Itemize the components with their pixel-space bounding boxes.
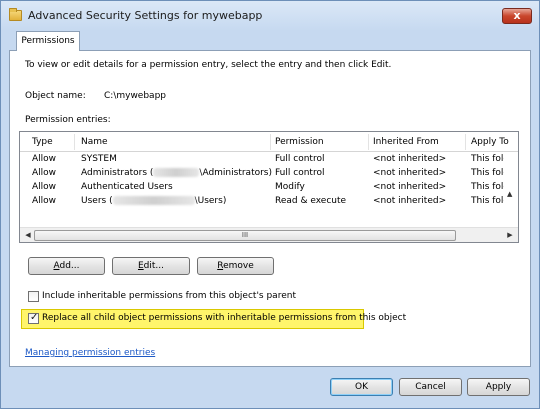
managing-permission-entries-link[interactable]: Managing permission entries (25, 348, 155, 358)
cell-type: Allow (32, 154, 57, 164)
cell-type: Allow (32, 182, 57, 192)
window-title: Advanced Security Settings for mywebapp (28, 9, 263, 22)
column-header-apply-to[interactable]: Apply To (471, 137, 509, 147)
remove-button-label: emove (223, 261, 254, 271)
redacted-text (112, 196, 195, 205)
permission-entries-list[interactable]: Type Name Permission Inherited From Appl… (19, 131, 519, 243)
folder-icon (9, 8, 22, 21)
checkmark-icon: ✓ (30, 312, 39, 323)
edit-button-label: dit... (143, 261, 164, 271)
remove-button[interactable]: Remove (197, 257, 274, 275)
column-divider[interactable] (74, 134, 75, 150)
edit-button[interactable]: Edit... (112, 257, 190, 275)
column-header-name[interactable]: Name (81, 137, 108, 147)
column-divider[interactable] (465, 134, 466, 150)
cell-type: Allow (32, 168, 57, 178)
add-button-label: dd... (59, 261, 80, 271)
table-row[interactable]: Allow SYSTEM Full control <not inherited… (20, 153, 518, 167)
redacted-text (153, 168, 200, 177)
cell-name-prefix: Users ( (81, 196, 113, 206)
cell-inherited-from: <not inherited> (373, 182, 447, 192)
scrollbar-thumb[interactable]: III (34, 230, 456, 241)
column-header-type[interactable]: Type (32, 137, 53, 147)
include-inheritable-checkbox[interactable] (28, 291, 39, 302)
close-button[interactable]: x (502, 8, 532, 24)
scroll-left-arrow-icon[interactable]: ◀ (22, 230, 34, 241)
cell-name-suffix: \Administrators) (199, 168, 273, 178)
cell-name-suffix: \Users) (194, 196, 227, 206)
security-settings-window: Advanced Security Settings for mywebapp … (0, 0, 540, 409)
cell-name: SYSTEM (81, 154, 117, 164)
table-row[interactable]: Allow Users ( \Users) Read & execute <not… (20, 195, 518, 209)
include-inheritable-label: Include inheritable permissions from thi… (42, 291, 296, 301)
table-row[interactable]: Allow Authenticated Users Modify <not in… (20, 181, 518, 195)
intro-text: To view or edit details for a permission… (25, 60, 392, 70)
column-header-permission[interactable]: Permission (275, 137, 324, 147)
cell-name-prefix: Administrators ( (81, 168, 154, 178)
column-divider[interactable] (270, 134, 271, 150)
cell-type: Allow (32, 196, 57, 206)
horizontal-scrollbar[interactable]: ◀ III ▶ (20, 227, 518, 242)
table-row[interactable]: Allow Administrators ( \Administrators) F… (20, 167, 518, 181)
replace-child-permissions-label: Replace all child object permissions wit… (42, 313, 407, 323)
cell-permission: Full control (275, 168, 325, 178)
object-name-value: C:\mywebapp (104, 91, 166, 101)
cell-name: Users ( \Users) (81, 196, 226, 206)
cell-permission: Modify (275, 182, 305, 192)
replace-child-permissions-checkbox[interactable]: ✓ (28, 312, 39, 324)
cell-inherited-from: <not inherited> (373, 168, 447, 178)
apply-button[interactable]: Apply (467, 378, 530, 396)
title-bar[interactable]: Advanced Security Settings for mywebapp … (1, 1, 539, 31)
column-header-inherited-from[interactable]: Inherited From (373, 137, 439, 147)
cancel-button[interactable]: Cancel (399, 378, 462, 396)
cell-inherited-from: <not inherited> (373, 196, 447, 206)
cell-name: Administrators ( \Administrators) (81, 168, 272, 178)
permission-entries-label: Permission entries: (25, 115, 111, 125)
object-name-label: Object name: (25, 91, 86, 101)
cell-permission: Read & execute (275, 196, 347, 206)
cell-permission: Full control (275, 154, 325, 164)
cell-inherited-from: <not inherited> (373, 154, 447, 164)
cell-name: Authenticated Users (81, 182, 173, 192)
tab-permissions[interactable]: Permissions (16, 31, 80, 51)
add-button[interactable]: Add... (28, 257, 105, 275)
column-divider[interactable] (368, 134, 369, 150)
list-header: Type Name Permission Inherited From Appl… (20, 132, 518, 152)
scroll-up-arrow-icon[interactable]: ▲ (507, 190, 512, 198)
ok-button[interactable]: OK (330, 378, 393, 396)
scroll-right-arrow-icon[interactable]: ▶ (504, 230, 516, 241)
